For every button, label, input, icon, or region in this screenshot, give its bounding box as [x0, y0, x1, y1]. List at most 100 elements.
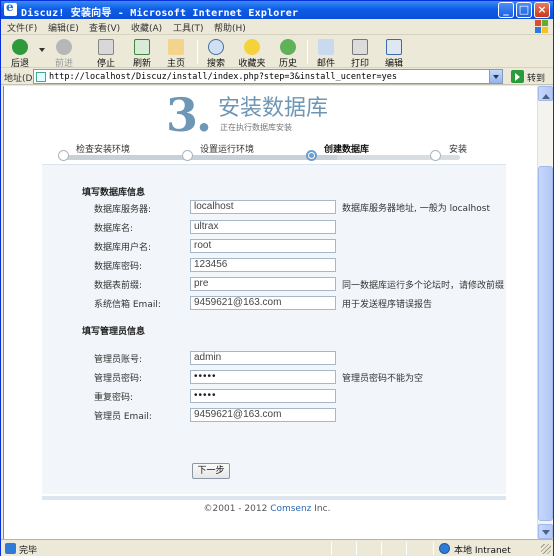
step-label-setup-env: 设置运行环境	[200, 145, 255, 155]
field-label: 数据库名:	[94, 224, 134, 234]
menu-tools[interactable]: 工具(T)	[173, 21, 204, 34]
status-text: 完毕	[19, 546, 38, 556]
menu-help[interactable]: 帮助(H)	[214, 21, 246, 34]
edit-page-icon	[386, 39, 402, 55]
field-label: 管理员账号:	[94, 355, 143, 365]
maximize-button[interactable]: □	[516, 2, 532, 18]
step-label-check-env: 检查安装环境	[76, 145, 131, 155]
db-section-title: 填写数据库信息	[82, 188, 146, 198]
install-page: 3. 安装数据库 正在执行数据库安装 检查安装环境 设置运行环境 创建数据库 安…	[24, 86, 510, 539]
title-bar[interactable]: Discuz! 安装向导 - Microsoft Internet Explor…	[1, 0, 553, 19]
status-divider	[331, 542, 332, 555]
admin-password-input[interactable]: •••••	[190, 370, 336, 384]
db-password-input[interactable]: 123456	[190, 258, 336, 272]
home-icon	[168, 39, 184, 55]
scroll-down-button[interactable]	[538, 524, 553, 539]
footer-divider	[42, 496, 506, 500]
windows-logo-icon	[535, 20, 549, 33]
go-button[interactable]: 转到	[511, 69, 551, 84]
admin-username-input[interactable]: admin	[190, 351, 336, 365]
copyright-suffix: Inc.	[311, 504, 331, 514]
next-step-button[interactable]: 下一步	[192, 463, 230, 479]
system-email-input[interactable]: 9459621@163.com	[190, 296, 336, 310]
resize-grip[interactable]	[541, 544, 551, 554]
status-bar: 完毕 本地 Intranet	[1, 539, 553, 556]
comsenz-link[interactable]: Comsenz	[270, 504, 311, 514]
print-button[interactable]: 打印	[345, 38, 375, 69]
copyright-text: ©2001 - 2012	[203, 504, 271, 514]
stop-icon	[98, 39, 114, 55]
status-divider	[356, 542, 357, 555]
step-dot	[182, 150, 193, 161]
scroll-up-button[interactable]	[538, 86, 553, 101]
forward-button[interactable]: 前进	[49, 38, 79, 69]
step-dot-current	[306, 150, 317, 161]
install-form: 填写数据库信息 数据库服务器: localhost 数据库服务器地址, 一般为 …	[42, 164, 506, 494]
search-icon	[208, 39, 224, 55]
home-button[interactable]: 主页	[161, 38, 191, 69]
back-dropdown-icon[interactable]	[39, 48, 45, 55]
star-icon	[244, 39, 260, 55]
toolbar: 后退 前进 停止 刷新 主页 搜索 收藏夹 历史 邮件 打印 编辑	[1, 36, 553, 69]
ie-logo-icon	[4, 0, 17, 16]
footer: ©2001 - 2012 Comsenz Inc.	[24, 504, 510, 514]
db-user-input[interactable]: root	[190, 239, 336, 253]
page-subtitle: 正在执行数据库安装	[220, 123, 292, 132]
back-button[interactable]: 后退	[5, 38, 35, 69]
favorites-button[interactable]: 收藏夹	[235, 38, 269, 69]
field-hint: 用于发送程序错误报告	[342, 300, 433, 310]
menu-bar: 文件(F) 编辑(E) 查看(V) 收藏(A) 工具(T) 帮助(H)	[1, 19, 553, 35]
field-label: 数据库用户名:	[94, 243, 152, 253]
field-label: 重复密码:	[94, 393, 134, 403]
address-input[interactable]: http://localhost/Discuz/install/index.ph…	[33, 69, 503, 84]
address-label: 地址(D)	[4, 74, 36, 84]
refresh-icon	[134, 39, 150, 55]
menu-file[interactable]: 文件(F)	[7, 21, 37, 34]
field-label: 系统信箱 Email:	[94, 300, 161, 310]
stop-button[interactable]: 停止	[91, 38, 121, 69]
field-label: 数据表前缀:	[94, 281, 143, 291]
intranet-zone-icon	[439, 543, 450, 554]
toolbar-separator	[197, 40, 198, 64]
page-icon	[36, 72, 46, 82]
step-number: 3.	[166, 88, 212, 142]
history-button[interactable]: 历史	[273, 38, 303, 69]
refresh-button[interactable]: 刷新	[127, 38, 157, 69]
admin-password-repeat-input[interactable]: •••••	[190, 389, 336, 403]
page-viewport: 3. 安装数据库 正在执行数据库安装 检查安装环境 设置运行环境 创建数据库 安…	[3, 86, 537, 539]
field-hint: 数据库服务器地址, 一般为 localhost	[342, 204, 490, 214]
window-title: Discuz! 安装向导 - Microsoft Internet Explor…	[21, 8, 299, 19]
field-label: 数据库密码:	[94, 262, 143, 272]
mail-button[interactable]: 邮件	[311, 38, 341, 69]
minimize-button[interactable]: _	[498, 2, 514, 18]
admin-email-input[interactable]: 9459621@163.com	[190, 408, 336, 422]
admin-section-title: 填写管理员信息	[82, 327, 146, 337]
db-host-input[interactable]: localhost	[190, 200, 336, 214]
field-label: 管理员密码:	[94, 374, 143, 384]
menu-favorites[interactable]: 收藏(A)	[131, 21, 162, 34]
edit-button[interactable]: 编辑	[379, 38, 409, 69]
address-url[interactable]: http://localhost/Discuz/install/index.ph…	[49, 72, 397, 82]
address-dropdown-icon[interactable]	[489, 70, 502, 83]
menu-edit[interactable]: 编辑(E)	[48, 21, 79, 34]
vertical-scrollbar[interactable]	[537, 86, 553, 539]
printer-icon	[352, 39, 368, 55]
menu-view[interactable]: 查看(V)	[89, 21, 120, 34]
db-name-input[interactable]: ultrax	[190, 220, 336, 234]
scroll-thumb[interactable]	[538, 166, 553, 521]
step-label-install: 安装	[449, 145, 468, 155]
status-divider	[406, 542, 407, 555]
field-label: 管理员 Email:	[94, 412, 152, 422]
history-icon	[280, 39, 296, 55]
status-divider	[433, 542, 434, 555]
search-button[interactable]: 搜索	[201, 38, 231, 69]
mail-icon	[318, 39, 334, 55]
page-done-icon	[5, 543, 16, 554]
page-title: 安装数据库	[218, 96, 329, 121]
field-hint: 同一数据库运行多个论坛时，请修改前缀	[342, 281, 505, 291]
close-button[interactable]: ×	[534, 2, 550, 18]
back-arrow-icon	[12, 39, 28, 55]
table-prefix-input[interactable]: pre	[190, 277, 336, 291]
field-hint: 管理员密码不能为空	[342, 374, 424, 384]
go-arrow-icon	[511, 70, 524, 83]
